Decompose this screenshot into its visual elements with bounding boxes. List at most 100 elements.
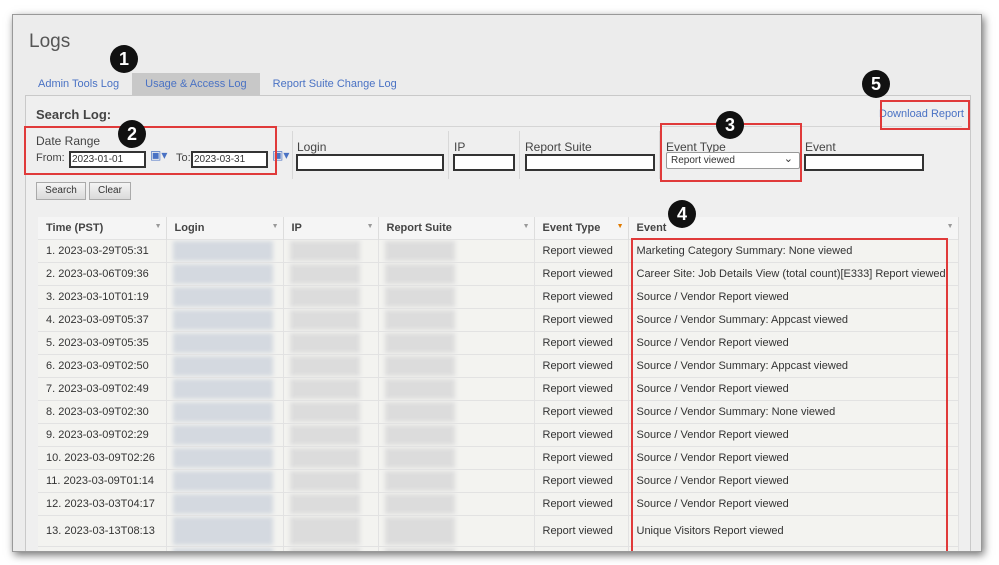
cell-login-redacted — [166, 515, 284, 547]
cell-time: 1. 2023-03-29T05:31 — [38, 239, 167, 263]
divider — [519, 131, 520, 179]
cell-report-suite-redacted — [378, 469, 535, 493]
cell-event-type: Report viewed — [534, 423, 629, 447]
cell-ip-redacted — [283, 262, 379, 286]
search-button[interactable]: Search — [36, 182, 86, 200]
clear-button[interactable]: Clear — [89, 182, 131, 200]
cell-login-redacted — [166, 546, 284, 551]
cell-report-suite-redacted — [378, 400, 535, 424]
cell-report-suite-redacted — [378, 239, 535, 263]
header-label: Event — [636, 222, 667, 234]
highlight-download — [880, 100, 970, 130]
cell-ip-redacted — [283, 515, 379, 547]
cell-ip-redacted — [283, 423, 379, 447]
cell-report-suite-redacted — [378, 308, 535, 332]
cell-ip-redacted — [283, 377, 379, 401]
callout-badge-4: 4 — [668, 200, 696, 228]
divider — [448, 131, 449, 179]
divider — [292, 131, 293, 179]
cell-login-redacted — [166, 469, 284, 493]
cell-event-type: Report viewed — [534, 469, 629, 493]
cell-time: 11. 2023-03-09T01:14 — [38, 469, 167, 493]
filter-icon[interactable]: ▼ — [272, 223, 279, 230]
filter-icon[interactable]: ▼ — [367, 223, 374, 230]
cell-event-type: Report viewed — [534, 400, 629, 424]
cell-event-type: Report viewed — [534, 515, 629, 547]
event-input[interactable] — [804, 154, 924, 171]
cell-login-redacted — [166, 331, 284, 355]
cell-report-suite-redacted — [378, 377, 535, 401]
cell-login-redacted — [166, 446, 284, 470]
filter-icon[interactable]: ▼ — [155, 223, 162, 230]
cell-time: 14. 2023-03-02T02:57 — [38, 546, 167, 551]
login-label: Login — [297, 140, 327, 154]
header-label: Login — [174, 222, 205, 234]
cell-ip-redacted — [283, 400, 379, 424]
page-title: Logs — [29, 31, 71, 52]
tab-bar: Admin Tools Log Usage & Access Log Repor… — [25, 73, 410, 95]
cell-event-type: Report viewed — [534, 546, 629, 551]
cell-login-redacted — [166, 423, 284, 447]
callout-badge-1: 1 — [110, 45, 138, 73]
cell-login-redacted — [166, 285, 284, 309]
cell-ip-redacted — [283, 331, 379, 355]
cell-time: 9. 2023-03-09T02:29 — [38, 423, 167, 447]
cell-ip-redacted — [283, 446, 379, 470]
highlight-event-column — [631, 238, 948, 551]
cell-login-redacted — [166, 492, 284, 516]
column-header-event-type[interactable]: Event Type ▼ — [534, 217, 629, 240]
cell-report-suite-redacted — [378, 262, 535, 286]
report-suite-input[interactable] — [525, 154, 655, 171]
cell-time: 6. 2023-03-09T02:50 — [38, 354, 167, 378]
cell-report-suite-redacted — [378, 331, 535, 355]
tab-report-suite-change-log[interactable]: Report Suite Change Log — [260, 73, 410, 95]
column-header-report-suite[interactable]: Report Suite ▼ — [378, 217, 535, 240]
cell-ip-redacted — [283, 285, 379, 309]
cell-login-redacted — [166, 308, 284, 332]
cell-time: 3. 2023-03-10T01:19 — [38, 285, 167, 309]
ip-label: IP — [454, 140, 466, 154]
tab-usage-access-log[interactable]: Usage & Access Log — [132, 73, 260, 95]
cell-ip-redacted — [283, 239, 379, 263]
cell-event-type: Report viewed — [534, 354, 629, 378]
cell-event-type: Report viewed — [534, 285, 629, 309]
tab-admin-tools-log[interactable]: Admin Tools Log — [25, 73, 132, 95]
ip-input[interactable] — [453, 154, 515, 171]
cell-event-type: Report viewed — [534, 377, 629, 401]
cell-login-redacted — [166, 377, 284, 401]
login-input[interactable] — [296, 154, 444, 171]
header-label: Event Type — [542, 222, 601, 234]
column-header-ip[interactable]: IP ▼ — [283, 217, 379, 240]
filter-icon[interactable]: ▼ — [523, 223, 530, 230]
header-label: Time (PST) — [46, 222, 104, 234]
cell-login-redacted — [166, 354, 284, 378]
filter-icon[interactable]: ▼ — [947, 223, 954, 230]
cell-time: 8. 2023-03-09T02:30 — [38, 400, 167, 424]
cell-time: 5. 2023-03-09T05:35 — [38, 331, 167, 355]
cell-event-type: Report viewed — [534, 239, 629, 263]
table-header: Time (PST) ▼ Login ▼ IP ▼ Report Suite ▼ Eve… — [38, 217, 959, 240]
event-label: Event — [805, 140, 836, 154]
filter-active-icon[interactable]: ▼ — [617, 223, 624, 230]
column-header-login[interactable]: Login ▼ — [166, 217, 284, 240]
cell-login-redacted — [166, 262, 284, 286]
column-header-time[interactable]: Time (PST) ▼ — [38, 217, 167, 240]
cell-report-suite-redacted — [378, 285, 535, 309]
cell-time: 2. 2023-03-06T09:36 — [38, 262, 167, 286]
logs-window: Logs Admin Tools Log Usage & Access Log … — [12, 14, 982, 552]
cell-event-type: Report viewed — [534, 308, 629, 332]
cell-time: 10. 2023-03-09T02:26 — [38, 446, 167, 470]
cell-ip-redacted — [283, 308, 379, 332]
header-label: IP — [291, 222, 302, 234]
cell-event-type: Report viewed — [534, 331, 629, 355]
cell-report-suite-redacted — [378, 515, 535, 547]
callout-badge-5: 5 — [862, 70, 890, 98]
callout-badge-2: 2 — [118, 120, 146, 148]
cell-report-suite-redacted — [378, 354, 535, 378]
cell-login-redacted — [166, 239, 284, 263]
header-label: Report Suite — [386, 222, 452, 234]
callout-badge-3: 3 — [716, 111, 744, 139]
cell-time: 12. 2023-03-03T04:17 — [38, 492, 167, 516]
cell-event-type: Report viewed — [534, 446, 629, 470]
cell-time: 4. 2023-03-09T05:37 — [38, 308, 167, 332]
